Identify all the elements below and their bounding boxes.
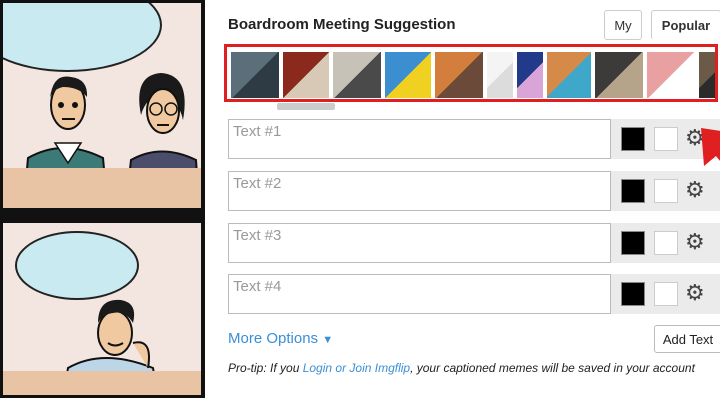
- pro-tip-suffix: , your captioned memes will be saved in …: [410, 361, 695, 375]
- more-options-link[interactable]: More Options ▼: [228, 330, 333, 347]
- caret-down-icon: ▼: [322, 334, 334, 346]
- template-thumbnail[interactable]: [487, 52, 513, 98]
- text-input-placeholder: Text #1: [233, 123, 282, 140]
- gear-icon[interactable]: ⚙: [685, 227, 705, 257]
- pro-tip-prefix: Pro-tip: If you: [228, 361, 303, 375]
- meme-preview: [0, 0, 205, 398]
- text-row-1: Text #1 ⚙: [228, 119, 720, 161]
- add-text-button[interactable]: Add Text: [654, 325, 720, 353]
- tab-popular[interactable]: Popular: [651, 10, 720, 40]
- text-input-placeholder: Text #3: [233, 227, 282, 244]
- table: [3, 168, 201, 208]
- meme-editor: Boardroom Meeting Suggestion My Popular …: [205, 0, 720, 398]
- template-thumbnail[interactable]: [283, 52, 329, 98]
- template-thumbnail[interactable]: [333, 52, 381, 98]
- template-thumbnail[interactable]: [231, 52, 279, 98]
- text-row-4: Text #4 ⚙: [228, 274, 720, 316]
- pro-tip: Pro-tip: If you Login or Join Imgflip, y…: [228, 361, 695, 375]
- text-options: ⚙: [611, 223, 720, 263]
- login-link[interactable]: Login or Join Imgflip: [303, 361, 410, 375]
- outline-color-swatch[interactable]: [654, 127, 678, 151]
- text-input-placeholder: Text #4: [233, 278, 282, 295]
- text-color-swatch[interactable]: [621, 179, 645, 203]
- template-thumbnail[interactable]: [385, 52, 431, 98]
- outline-color-swatch[interactable]: [654, 179, 678, 203]
- text-color-swatch[interactable]: [621, 231, 645, 255]
- speech-bubble: [3, 3, 162, 72]
- text-options: ⚙: [611, 274, 720, 314]
- text-color-swatch[interactable]: [621, 127, 645, 151]
- scrollbar-handle[interactable]: [277, 103, 335, 110]
- comic-panel-top: [0, 0, 204, 211]
- text-input-3[interactable]: Text #3: [228, 223, 611, 263]
- template-thumbnail-strip[interactable]: [224, 44, 718, 102]
- text-input-4[interactable]: Text #4: [228, 274, 611, 314]
- red-arrow-icon: [701, 128, 720, 166]
- comic-panel-bottom: [0, 220, 204, 398]
- template-thumbnail[interactable]: [435, 52, 483, 98]
- text-color-swatch[interactable]: [621, 282, 645, 306]
- template-thumbnail[interactable]: [699, 52, 715, 98]
- outline-color-swatch[interactable]: [654, 231, 678, 255]
- tab-my[interactable]: My: [604, 10, 642, 40]
- gear-icon[interactable]: ⚙: [685, 278, 705, 308]
- template-thumbnail[interactable]: [517, 52, 543, 98]
- meme-title: Boardroom Meeting Suggestion: [228, 16, 456, 33]
- more-options-label: More Options: [228, 330, 319, 347]
- template-thumbnail[interactable]: [647, 52, 695, 98]
- text-row-3: Text #3 ⚙: [228, 223, 720, 265]
- text-row-2: Text #2 ⚙: [228, 171, 720, 213]
- template-thumbnail[interactable]: [547, 52, 591, 98]
- text-input-2[interactable]: Text #2: [228, 171, 611, 211]
- template-thumbnail[interactable]: [595, 52, 643, 98]
- text-input-placeholder: Text #2: [233, 175, 282, 192]
- outline-color-swatch[interactable]: [654, 282, 678, 306]
- table: [3, 371, 201, 395]
- text-input-1[interactable]: Text #1: [228, 119, 611, 159]
